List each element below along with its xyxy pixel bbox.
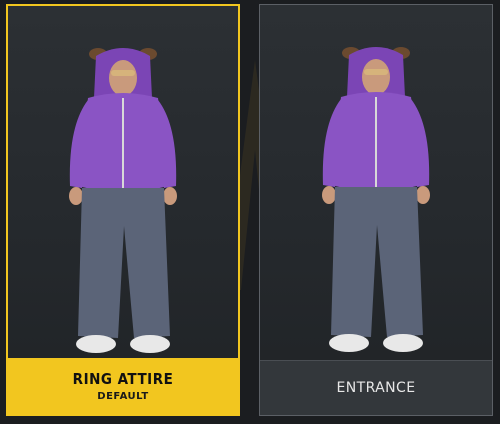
ring-attire-subtitle: DEFAULT: [97, 391, 149, 402]
entrance-title: ENTRANCE: [336, 380, 416, 396]
wrestler-figure: [322, 47, 430, 352]
ring-attire-title: RING ATTIRE: [72, 370, 174, 388]
ring-attire-card[interactable]: RING ATTIRE DEFAULT: [6, 4, 240, 416]
wrestler-figure: [69, 48, 177, 353]
entrance-label-band: ENTRANCE: [260, 360, 492, 415]
entrance-card[interactable]: ENTRANCE: [259, 4, 493, 416]
ring-attire-label-band: RING ATTIRE DEFAULT: [8, 358, 238, 414]
